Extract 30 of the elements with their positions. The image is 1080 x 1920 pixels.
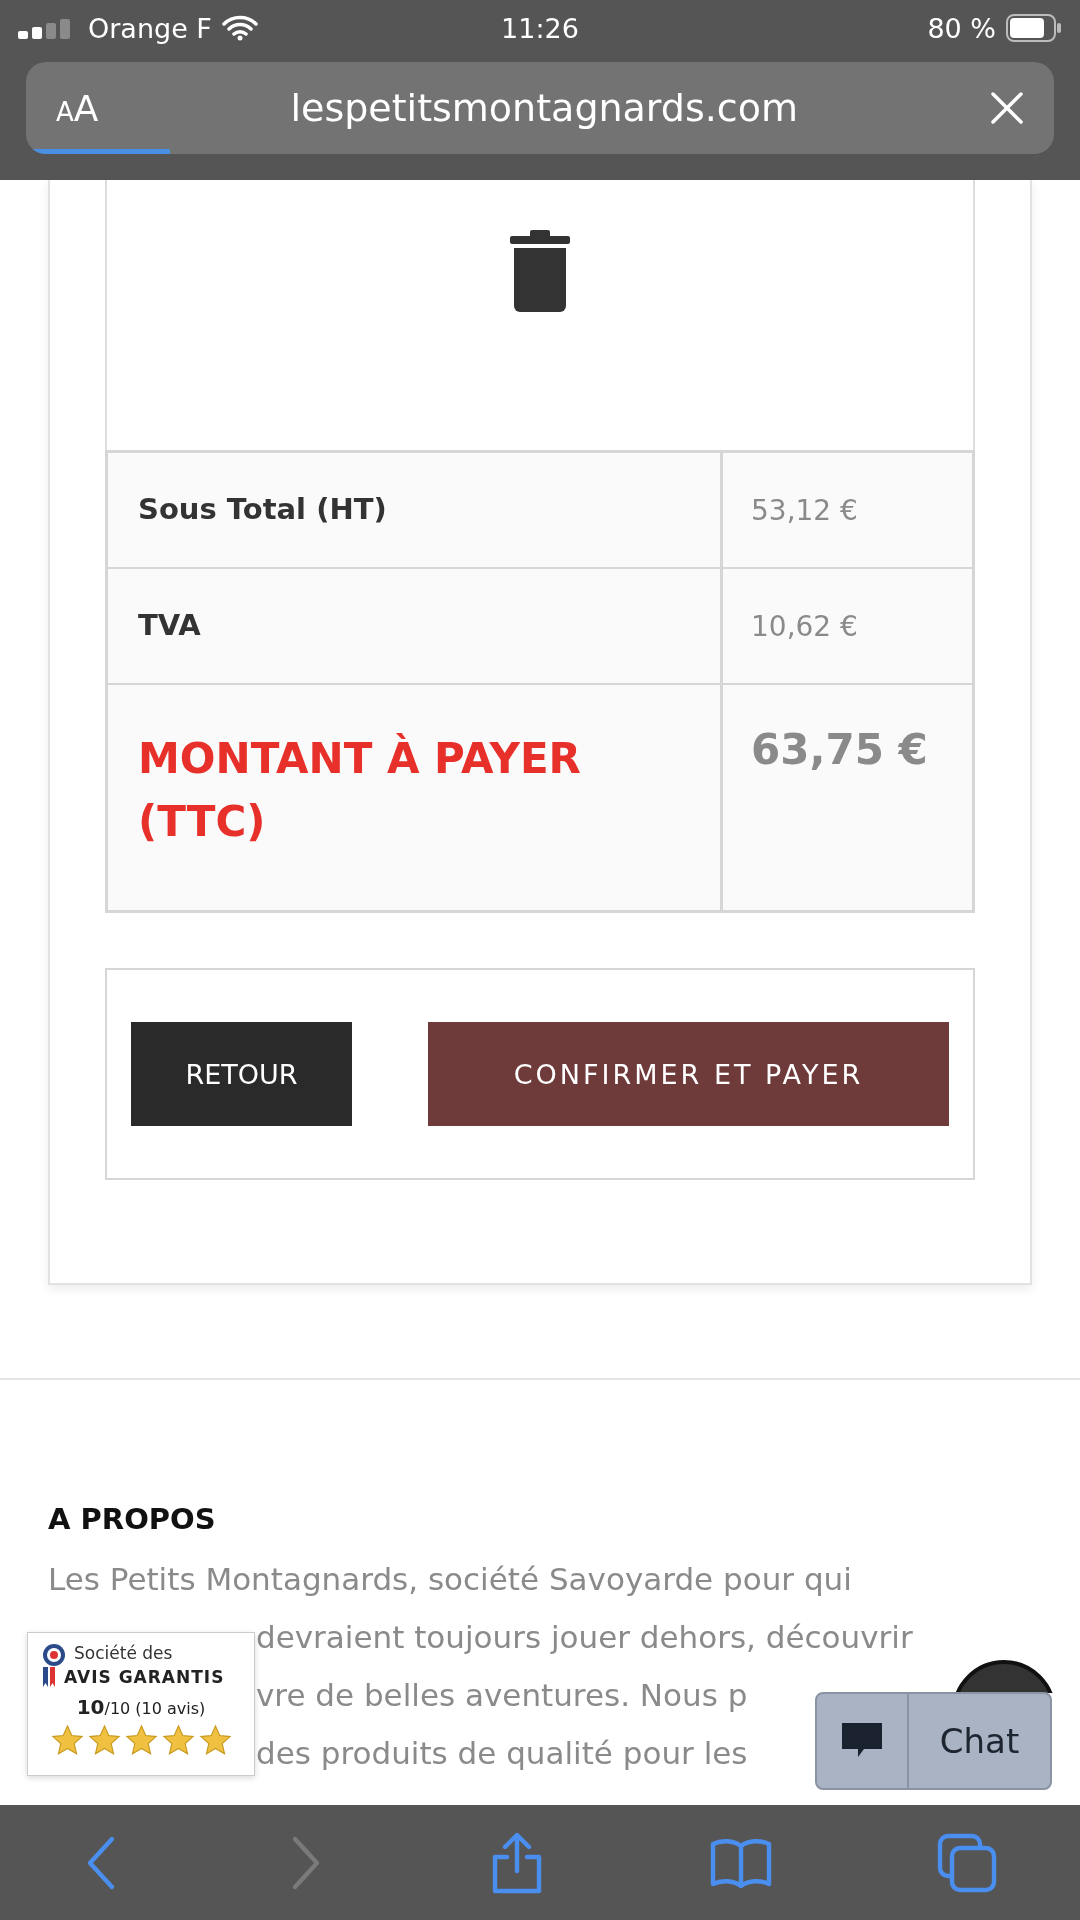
battery-percent: 80 % bbox=[927, 12, 996, 44]
total-value: 63,75 € bbox=[751, 725, 928, 774]
brand-text: Société des bbox=[74, 1643, 173, 1663]
chat-button[interactable]: Chat bbox=[815, 1692, 1052, 1790]
wifi-icon bbox=[221, 15, 258, 41]
total-value: 10,62 € bbox=[751, 609, 858, 643]
paragraph-line: des produits de qualité pour les bbox=[256, 1735, 748, 1771]
tabs-icon[interactable] bbox=[936, 1831, 999, 1894]
url-text[interactable]: lespetitsmontagnards.com bbox=[98, 86, 990, 130]
review-score: 10/10 (10 avis) bbox=[76, 1695, 206, 1719]
paragraph-line: vre de belles aventures. Nous p bbox=[256, 1677, 748, 1713]
total-value: 53,12 € bbox=[751, 493, 858, 527]
rosette-icon bbox=[42, 1643, 66, 1667]
reviews-badge[interactable]: Société des AVIS GARANTIS 10/10 (10 avis) bbox=[27, 1632, 255, 1776]
clock-time: 11:26 bbox=[501, 12, 579, 44]
confirm-pay-button[interactable]: CONFIRMER ET PAYER bbox=[428, 1022, 949, 1126]
back-button[interactable]: RETOUR bbox=[131, 1022, 352, 1126]
total-label: Sous Total (HT) bbox=[138, 491, 387, 529]
section-title: A PROPOS bbox=[48, 1502, 217, 1536]
brand-name: AVIS GARANTIS bbox=[64, 1667, 225, 1687]
paragraph-line: devraient toujours jouer dehors, découvrir bbox=[256, 1619, 913, 1655]
close-icon[interactable] bbox=[990, 91, 1024, 125]
total-label: MONTANT À PAYER (TTC) bbox=[138, 734, 581, 846]
trash-icon[interactable] bbox=[510, 230, 570, 312]
carrier-name: Orange F bbox=[88, 12, 212, 44]
paragraph-line: Les Petits Montagnards, société Savoyarde pour qui bbox=[48, 1561, 852, 1597]
ribbon-icon bbox=[42, 1667, 56, 1687]
total-label: TVA bbox=[138, 607, 201, 645]
battery-icon bbox=[1006, 14, 1062, 42]
text-size-button[interactable]: AA bbox=[56, 87, 99, 129]
